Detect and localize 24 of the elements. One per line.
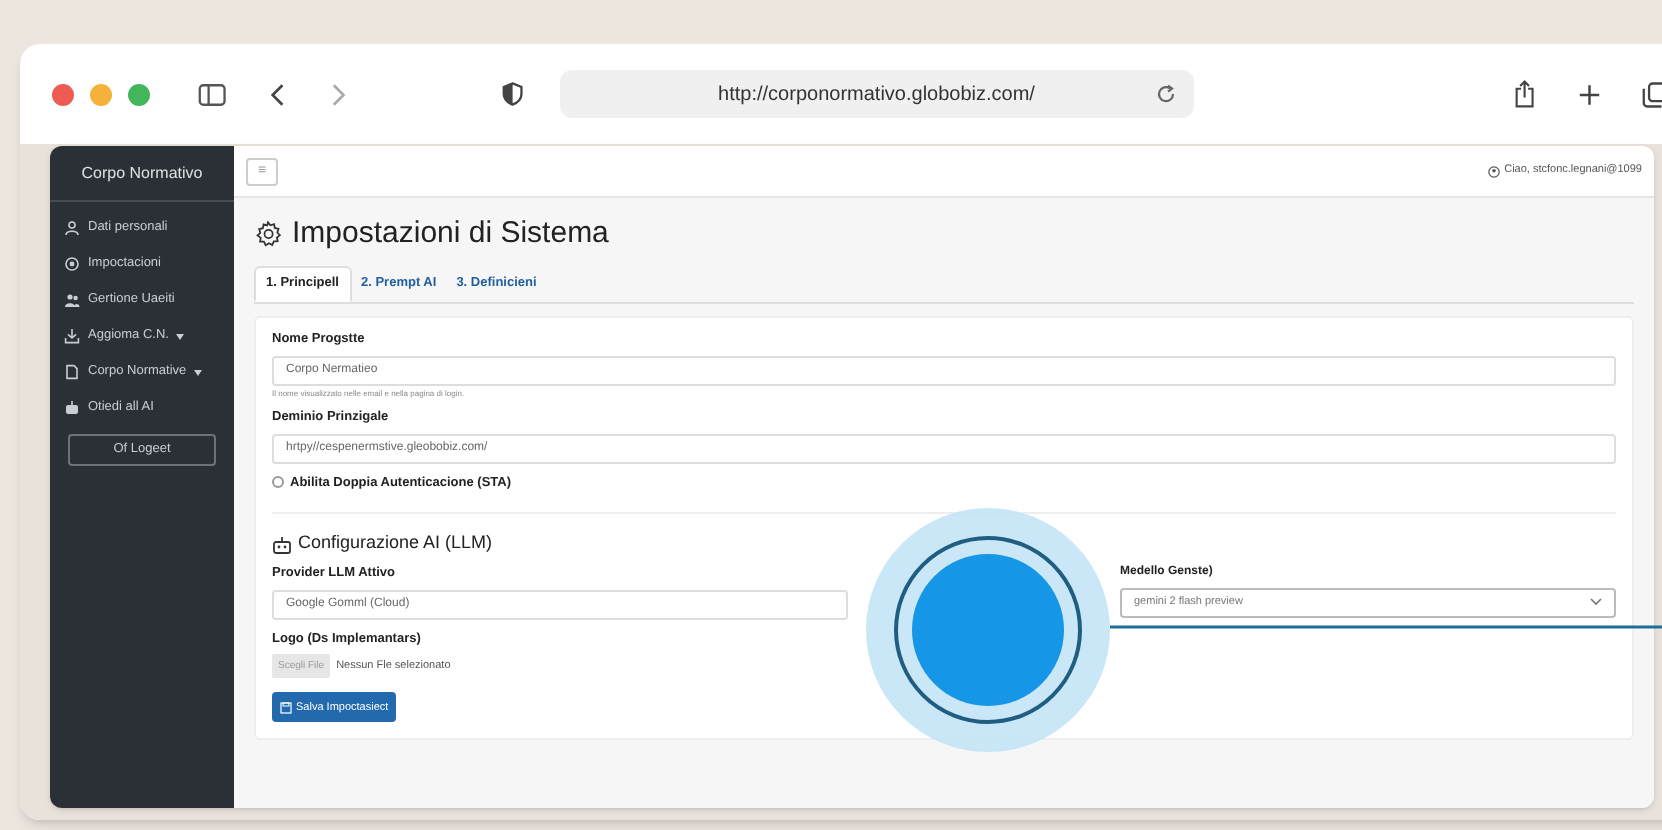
caret-icon [176, 333, 185, 339]
shield-icon[interactable] [502, 80, 524, 108]
settings-icon [64, 256, 80, 272]
section-heading: Configurazione AI (LLM) [298, 530, 493, 557]
address-bar[interactable]: http://corponormativo.globobiz.com/ [559, 70, 1194, 118]
caret-icon [194, 369, 203, 375]
reload-icon[interactable] [1155, 84, 1176, 104]
settings-icon [254, 220, 282, 248]
document-icon [64, 364, 80, 380]
user-icon [1488, 165, 1501, 177]
robot-icon [64, 400, 80, 416]
people-icon [64, 292, 80, 308]
sidebar-toggle-icon[interactable] [198, 81, 227, 107]
page-title: Impostazioni di Sistema [292, 213, 609, 254]
new-tab-icon[interactable] [1578, 81, 1602, 107]
chevron-down-icon [1590, 598, 1602, 607]
back-icon[interactable] [270, 81, 285, 107]
tabs-overview-icon[interactable] [1641, 79, 1662, 109]
person-icon [64, 220, 80, 236]
save-icon [280, 701, 292, 714]
share-icon[interactable] [1513, 78, 1535, 110]
robot-icon [272, 535, 292, 553]
download-icon [64, 328, 80, 344]
checkbox[interactable] [272, 476, 284, 489]
